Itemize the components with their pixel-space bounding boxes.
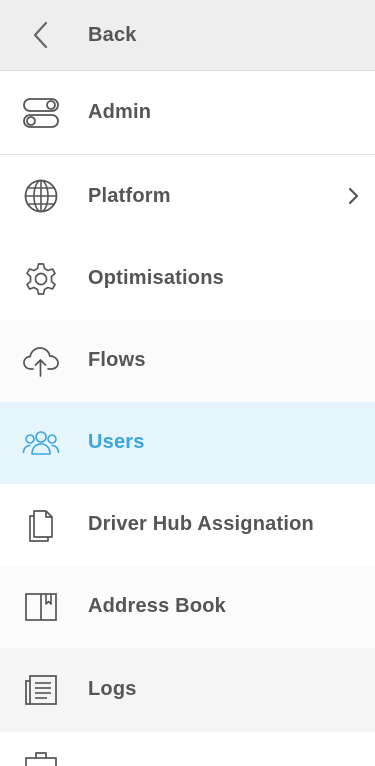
briefcase-icon: [22, 747, 60, 766]
menu-item-label: Users: [88, 431, 145, 453]
menu-item-label: Flows: [88, 349, 146, 371]
menu-item-logs[interactable]: Logs: [0, 648, 375, 732]
menu-item-label: Driver Hub Assignation: [88, 513, 314, 535]
menu-item-platform[interactable]: Platform: [0, 155, 375, 238]
menu-item-optimisations[interactable]: Optimisations: [0, 238, 375, 320]
gear-icon: [22, 260, 60, 298]
book-icon: [22, 588, 60, 626]
menu-item-label: Address Book: [88, 595, 226, 617]
globe-icon: [22, 177, 60, 215]
menu-item-label: Optimisations: [88, 267, 224, 289]
menu-item-partial[interactable]: [0, 732, 375, 766]
menu-item-flows[interactable]: Flows: [0, 320, 375, 402]
menu-item-driver-hub-assignation[interactable]: Driver Hub Assignation: [0, 484, 375, 566]
chevron-left-icon: [22, 16, 60, 54]
cloud-upload-icon: [22, 342, 60, 380]
chevron-right-icon: [345, 186, 361, 206]
menu-item-users[interactable]: Users: [0, 402, 375, 484]
menu-item-label: Admin: [88, 101, 152, 123]
users-icon: [22, 424, 60, 462]
list-document-icon: [22, 671, 60, 709]
back-button[interactable]: Back: [0, 0, 375, 71]
side-menu: Back Admin Platform Optimisations Flows …: [0, 0, 375, 766]
menu-item-label: Logs: [88, 678, 137, 700]
menu-item-admin[interactable]: Admin: [0, 71, 375, 155]
back-label: Back: [88, 23, 137, 46]
documents-icon: [22, 506, 60, 544]
toggles-icon: [22, 94, 60, 132]
menu-item-label: Platform: [88, 184, 171, 207]
menu-item-address-book[interactable]: Address Book: [0, 566, 375, 648]
